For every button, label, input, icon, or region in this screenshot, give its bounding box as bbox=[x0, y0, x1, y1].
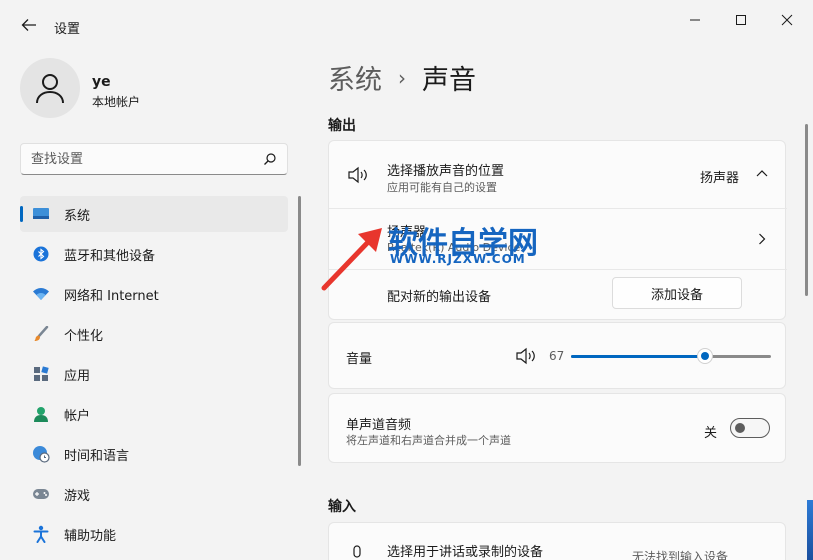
mono-audio-card: 单声道音频 将左声道和右声道合并成一个声道 关 bbox=[328, 393, 786, 463]
input-section-label: 输入 bbox=[328, 499, 356, 515]
avatar[interactable] bbox=[20, 58, 80, 118]
globe-clock-icon bbox=[32, 445, 50, 463]
breadcrumb-parent[interactable]: 系统 bbox=[328, 58, 382, 97]
chevron-right-icon bbox=[759, 233, 766, 245]
close-button[interactable] bbox=[764, 6, 810, 34]
wifi-icon bbox=[32, 285, 50, 303]
divider bbox=[329, 269, 787, 270]
sidebar-item-label: 个性化 bbox=[64, 328, 104, 344]
sidebar-item-label: 系统 bbox=[64, 208, 91, 224]
breadcrumb-separator: › bbox=[398, 65, 406, 90]
search-input[interactable] bbox=[31, 150, 251, 168]
sidebar-item-system[interactable]: 系统 bbox=[20, 196, 288, 232]
choose-output-title: 选择播放声音的位置 bbox=[387, 164, 505, 179]
add-device-button[interactable]: 添加设备 bbox=[612, 277, 742, 309]
title-bar: 设置 bbox=[0, 0, 813, 48]
sidebar-item-personalization[interactable]: 个性化 bbox=[20, 316, 288, 352]
sidebar-item-label: 网络和 Internet bbox=[64, 288, 159, 304]
sidebar-item-time-language[interactable]: 时间和语言 bbox=[20, 436, 288, 472]
sidebar-scrollbar[interactable] bbox=[298, 196, 301, 466]
volume-thumb[interactable] bbox=[697, 348, 713, 364]
volume-card: 音量 67 bbox=[328, 322, 786, 389]
mono-toggle-state: 关 bbox=[704, 426, 718, 441]
sidebar-item-label: 帐户 bbox=[64, 408, 91, 424]
volume-label: 音量 bbox=[346, 352, 373, 367]
person-icon bbox=[32, 405, 50, 423]
search-box bbox=[20, 143, 288, 175]
maximize-icon bbox=[736, 15, 746, 25]
sidebar-item-label: 辅助功能 bbox=[64, 528, 117, 544]
sidebar-item-apps[interactable]: 应用 bbox=[20, 356, 288, 392]
sidebar-item-label: 蓝牙和其他设备 bbox=[64, 248, 156, 264]
sidebar-item-accessibility[interactable]: 辅助功能 bbox=[20, 516, 288, 552]
bluetooth-icon bbox=[32, 245, 50, 263]
sidebar-nav: 系统 蓝牙和其他设备 网络和 Internet 个性化 应用 帐户 时间和语言 bbox=[20, 196, 288, 556]
content-scrollbar[interactable] bbox=[805, 124, 808, 296]
window-title: 设置 bbox=[54, 22, 81, 37]
sidebar-item-label: 应用 bbox=[64, 368, 91, 384]
page-title: 声音 bbox=[422, 65, 476, 96]
maximize-button[interactable] bbox=[718, 6, 764, 34]
account-type: 本地帐户 bbox=[92, 95, 141, 109]
mono-audio-toggle[interactable] bbox=[730, 418, 770, 438]
speaker-icon bbox=[348, 166, 367, 184]
breadcrumb: 系统 › 声音 bbox=[328, 58, 476, 97]
sidebar-item-bluetooth[interactable]: 蓝牙和其他设备 bbox=[20, 236, 288, 272]
watermark-url: WWW.RJZXW.COM bbox=[390, 252, 526, 266]
sidebar-item-network[interactable]: 网络和 Internet bbox=[20, 276, 288, 312]
volume-value: 67 bbox=[549, 349, 565, 363]
minimize-button[interactable] bbox=[672, 6, 718, 34]
accessibility-icon bbox=[32, 525, 50, 543]
monitor-icon bbox=[32, 205, 50, 223]
settings-window: 设置 ye 本地帐户 系统 蓝牙和其他设备 网络和 Internet bbox=[0, 0, 813, 560]
input-card: 选择用于讲话或录制的设备 无法找到输入设备 bbox=[328, 522, 786, 560]
search-icon[interactable] bbox=[263, 152, 277, 166]
input-status: 无法找到输入设备 bbox=[632, 550, 729, 560]
pair-output-label: 配对新的输出设备 bbox=[387, 290, 492, 305]
user-icon bbox=[36, 74, 64, 104]
microphone-icon bbox=[353, 545, 361, 558]
mono-audio-subtitle: 将左声道和右声道合并成一个声道 bbox=[346, 434, 511, 447]
volume-icon[interactable] bbox=[515, 347, 537, 365]
desktop-edge bbox=[807, 500, 813, 560]
back-arrow-icon[interactable] bbox=[20, 16, 38, 34]
brush-icon bbox=[32, 325, 50, 343]
chevron-up-icon[interactable] bbox=[756, 169, 768, 179]
toggle-knob bbox=[735, 423, 745, 433]
close-icon bbox=[781, 14, 793, 26]
choose-input-title: 选择用于讲话或录制的设备 bbox=[387, 545, 544, 560]
gamepad-icon bbox=[32, 485, 50, 503]
sidebar-item-accounts[interactable]: 帐户 bbox=[20, 396, 288, 432]
sidebar-item-label: 时间和语言 bbox=[64, 448, 130, 464]
selected-output-device: 扬声器 bbox=[700, 171, 740, 186]
volume-fill bbox=[571, 355, 705, 358]
sidebar-item-gaming[interactable]: 游戏 bbox=[20, 476, 288, 512]
apps-icon bbox=[32, 365, 50, 383]
user-name: ye bbox=[92, 74, 111, 90]
mono-audio-title: 单声道音频 bbox=[346, 418, 412, 433]
minimize-icon bbox=[690, 19, 700, 21]
red-arrow-icon bbox=[321, 228, 382, 291]
output-section-label: 输出 bbox=[328, 118, 356, 134]
choose-output-subtitle: 应用可能有自己的设置 bbox=[387, 181, 497, 194]
sidebar-item-label: 游戏 bbox=[64, 488, 91, 504]
volume-slider[interactable] bbox=[571, 347, 771, 365]
